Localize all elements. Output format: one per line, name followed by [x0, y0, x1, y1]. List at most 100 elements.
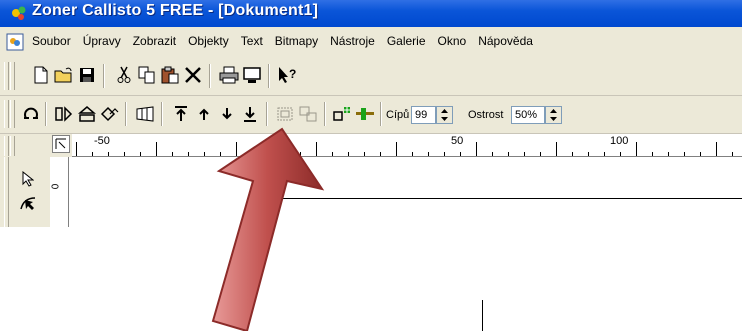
ruler-tick — [556, 142, 557, 156]
window-title: Zoner Callisto 5 FREE - [Dokument1] — [32, 2, 319, 19]
svg-text:?: ? — [289, 67, 296, 81]
stepper-down-icon[interactable] — [437, 115, 452, 123]
menu-text[interactable]: Text — [241, 34, 263, 48]
ruler-tick — [652, 152, 653, 156]
selection-arrow-icon[interactable] — [18, 169, 38, 189]
vertical-ruler[interactable]: 0 — [50, 157, 69, 227]
ostrost-label: Ostrost — [468, 109, 504, 121]
shape-edit-icon[interactable] — [18, 193, 38, 213]
menu-bitmapy[interactable]: Bitmapy — [275, 34, 318, 48]
ruler-tick — [172, 152, 173, 156]
title-bar[interactable]: Zoner Callisto 5 FREE - [Dokument1] — [0, 0, 742, 27]
group-icon[interactable] — [274, 103, 296, 125]
send-backward-icon[interactable] — [216, 103, 238, 125]
cip-stepper[interactable] — [436, 106, 453, 124]
toolbar-separator — [103, 64, 105, 88]
ruler-tick — [684, 152, 685, 156]
ruler-origin-icon[interactable] — [52, 135, 70, 153]
ruler-tick — [332, 152, 333, 156]
object-toolbar: Cípů 99 Ostrost 50% — [0, 96, 742, 134]
menu-napoveda[interactable]: Nápověda — [478, 34, 533, 48]
horizontal-ruler[interactable]: -50 50 100 — [72, 134, 742, 157]
copy-icon[interactable] — [136, 64, 158, 86]
ruler-tick — [380, 152, 381, 156]
open-folder-icon[interactable] — [53, 64, 75, 86]
menu-nastroje[interactable]: Nástroje — [330, 34, 375, 48]
bring-to-front-icon[interactable] — [170, 103, 192, 125]
toolbar-separator — [380, 102, 382, 126]
document-icon[interactable] — [6, 33, 24, 51]
print-icon[interactable] — [218, 64, 240, 86]
perspective-icon[interactable] — [134, 103, 156, 125]
app-window: Zoner Callisto 5 FREE - [Dokument1] Soub… — [0, 0, 742, 331]
toolbar-grip[interactable] — [10, 62, 15, 90]
ruler-tick — [492, 152, 493, 156]
ruler-tick — [668, 152, 669, 156]
menu-zobrazit[interactable]: Zobrazit — [133, 34, 176, 48]
mirror-horizontal-icon[interactable] — [53, 103, 75, 125]
toolbar-grip[interactable] — [4, 62, 9, 90]
toolbar-grip[interactable] — [4, 100, 9, 128]
toolbar-grip[interactable] — [10, 100, 15, 128]
toolbar-separator — [324, 102, 326, 126]
ruler-label: 0 — [50, 183, 62, 190]
cut-icon[interactable] — [113, 64, 135, 86]
ruler-tick — [252, 152, 253, 156]
toolbar-grip — [4, 157, 9, 227]
rotate-icon[interactable] — [20, 103, 42, 125]
toolbar-separator — [125, 102, 127, 126]
new-document-icon[interactable] — [30, 64, 52, 86]
skew-icon[interactable] — [99, 103, 121, 125]
toolbar-separator — [45, 102, 47, 126]
drawing-canvas[interactable] — [69, 157, 742, 227]
stepper-up-icon[interactable] — [546, 107, 561, 115]
mirror-vertical-icon[interactable] — [76, 103, 98, 125]
ruler-tick — [316, 142, 317, 156]
ruler-tick — [124, 152, 125, 156]
context-help-icon[interactable]: ? — [277, 64, 299, 86]
menu-soubor[interactable]: Soubor — [32, 34, 71, 48]
ruler-tick — [572, 152, 573, 156]
ruler-tick — [236, 142, 237, 156]
ruler-tick — [428, 152, 429, 156]
delete-icon[interactable] — [182, 64, 204, 86]
ruler-tick — [284, 152, 285, 156]
ruler-tick — [364, 152, 365, 156]
cip-input[interactable]: 99 — [411, 106, 436, 124]
ruler-tick — [476, 142, 477, 156]
page-border — [280, 198, 742, 199]
menu-galerie[interactable]: Galerie — [387, 34, 426, 48]
ostrost-stepper[interactable] — [545, 106, 562, 124]
ruler-tick — [76, 142, 77, 156]
standard-toolbar: ? — [0, 58, 742, 96]
ruler-tick — [396, 142, 397, 156]
ruler-tick — [524, 152, 525, 156]
ostrost-input[interactable]: 50% — [511, 106, 545, 124]
ruler-label: 50 — [451, 135, 464, 147]
toolbar-grip — [10, 136, 15, 156]
preview-icon[interactable] — [241, 64, 263, 86]
ruler-tick — [460, 152, 461, 156]
ruler-tick — [588, 152, 589, 156]
ruler-bar: -50 50 100 — [0, 134, 742, 157]
paste-icon[interactable] — [159, 64, 181, 86]
ruler-tick — [732, 152, 733, 156]
ruler-tick — [348, 152, 349, 156]
menu-upravy[interactable]: Úpravy — [83, 34, 121, 48]
bring-forward-icon[interactable] — [193, 103, 215, 125]
ruler-tick — [108, 152, 109, 156]
ruler-tick — [700, 152, 701, 156]
save-icon[interactable] — [76, 64, 98, 86]
menu-okno[interactable]: Okno — [438, 34, 467, 48]
cursor-line — [482, 300, 483, 331]
menu-objekty[interactable]: Objekty — [188, 34, 229, 48]
toolbar-separator — [209, 64, 211, 88]
send-to-back-icon[interactable] — [239, 103, 261, 125]
stepper-up-icon[interactable] — [437, 107, 452, 115]
ungroup-icon[interactable] — [297, 103, 319, 125]
stepper-down-icon[interactable] — [546, 115, 561, 123]
add-node-icon[interactable] — [331, 103, 353, 125]
ruler-tick — [188, 152, 189, 156]
node-tool-icon[interactable] — [354, 103, 376, 125]
ruler-label: 100 — [610, 135, 629, 147]
